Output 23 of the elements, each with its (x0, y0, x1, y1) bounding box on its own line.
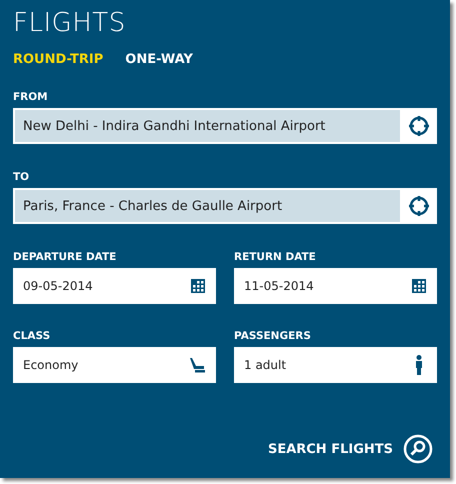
person-icon[interactable] (414, 355, 422, 375)
locate-icon[interactable] (408, 195, 430, 217)
calendar-icon[interactable] (412, 279, 426, 293)
input-field[interactable]: 1 adult (234, 347, 437, 383)
seat-icon[interactable] (188, 357, 206, 373)
trip-tab[interactable]: ROUND-TRIP (13, 52, 104, 67)
location-field[interactable]: Paris, France - Charles de Gaulle Airport (13, 188, 437, 224)
search-flights-button[interactable]: SEARCH FLIGHTS (268, 434, 433, 464)
calendar-icon[interactable] (190, 279, 204, 293)
search-icon (403, 434, 433, 464)
locate-icon[interactable] (408, 115, 430, 137)
location-field[interactable]: New Delhi - Indira Gandhi International Airport (13, 108, 437, 144)
field-label: DEPARTURE DATE (13, 251, 118, 263)
field-label: RETURN DATE (234, 251, 317, 263)
input-field[interactable]: 11-05-2014 (234, 268, 437, 304)
field-label: PASSENGERS (234, 330, 312, 342)
field-label: FROM (13, 91, 49, 103)
field-label: TO (13, 171, 30, 183)
input-field[interactable]: 09-05-2014 (13, 268, 216, 304)
field-label: CLASS (13, 330, 52, 342)
panel-title: FLIGHTS (13, 7, 127, 40)
input-field[interactable]: Economy (13, 347, 216, 383)
trip-tab[interactable]: ONE-WAY (125, 52, 193, 67)
